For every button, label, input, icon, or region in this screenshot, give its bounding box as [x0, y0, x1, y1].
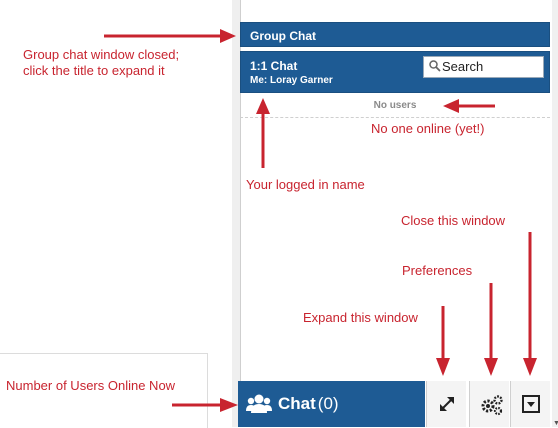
arrow-to-group-title: [104, 29, 236, 43]
scroll-down-icon[interactable]: ▼: [553, 420, 558, 427]
arrow-to-close-window: [523, 232, 537, 376]
group-chat-title-bar[interactable]: Group Chat: [240, 22, 550, 47]
annotation-users-online: Number of Users Online Now: [6, 378, 176, 393]
annotation-logged-name: Your logged in name: [246, 177, 365, 192]
scrollbar-track[interactable]: [552, 0, 558, 427]
arrow-to-logged-name: [256, 98, 270, 168]
chat-count-button[interactable]: Chat (0): [238, 381, 425, 427]
chat-label: Chat (0): [278, 394, 339, 414]
search-label: Search: [442, 59, 484, 74]
chat-label-text: Chat: [278, 394, 316, 413]
close-window-button[interactable]: [510, 381, 550, 427]
annotation-preferences: Preferences: [402, 263, 473, 278]
collapse-icon: [522, 395, 540, 413]
arrow-to-preferences: [484, 283, 498, 376]
annotation-group-closed: Group chat window closed; click the titl…: [23, 47, 180, 78]
annotation-no-one-online: No one online (yet!): [371, 121, 485, 136]
annotation-close-window: Close this window: [401, 213, 506, 228]
search-input[interactable]: Search: [423, 56, 544, 78]
expand-icon: [440, 397, 454, 411]
online-count: (0): [317, 394, 339, 413]
no-users-label: No users: [240, 96, 550, 118]
users-icon: [246, 394, 272, 413]
arrow-to-expand: [436, 306, 450, 376]
group-chat-title: Group Chat: [250, 29, 316, 43]
gutter: [232, 0, 240, 427]
preferences-button[interactable]: [469, 381, 509, 427]
gears-icon: [481, 395, 503, 416]
expand-window-button[interactable]: [426, 381, 466, 427]
arrow-to-chat-count: [172, 398, 238, 412]
search-icon: [429, 60, 441, 72]
annotation-expand-window: Expand this window: [303, 310, 418, 325]
arrow-to-no-users: [443, 99, 495, 113]
